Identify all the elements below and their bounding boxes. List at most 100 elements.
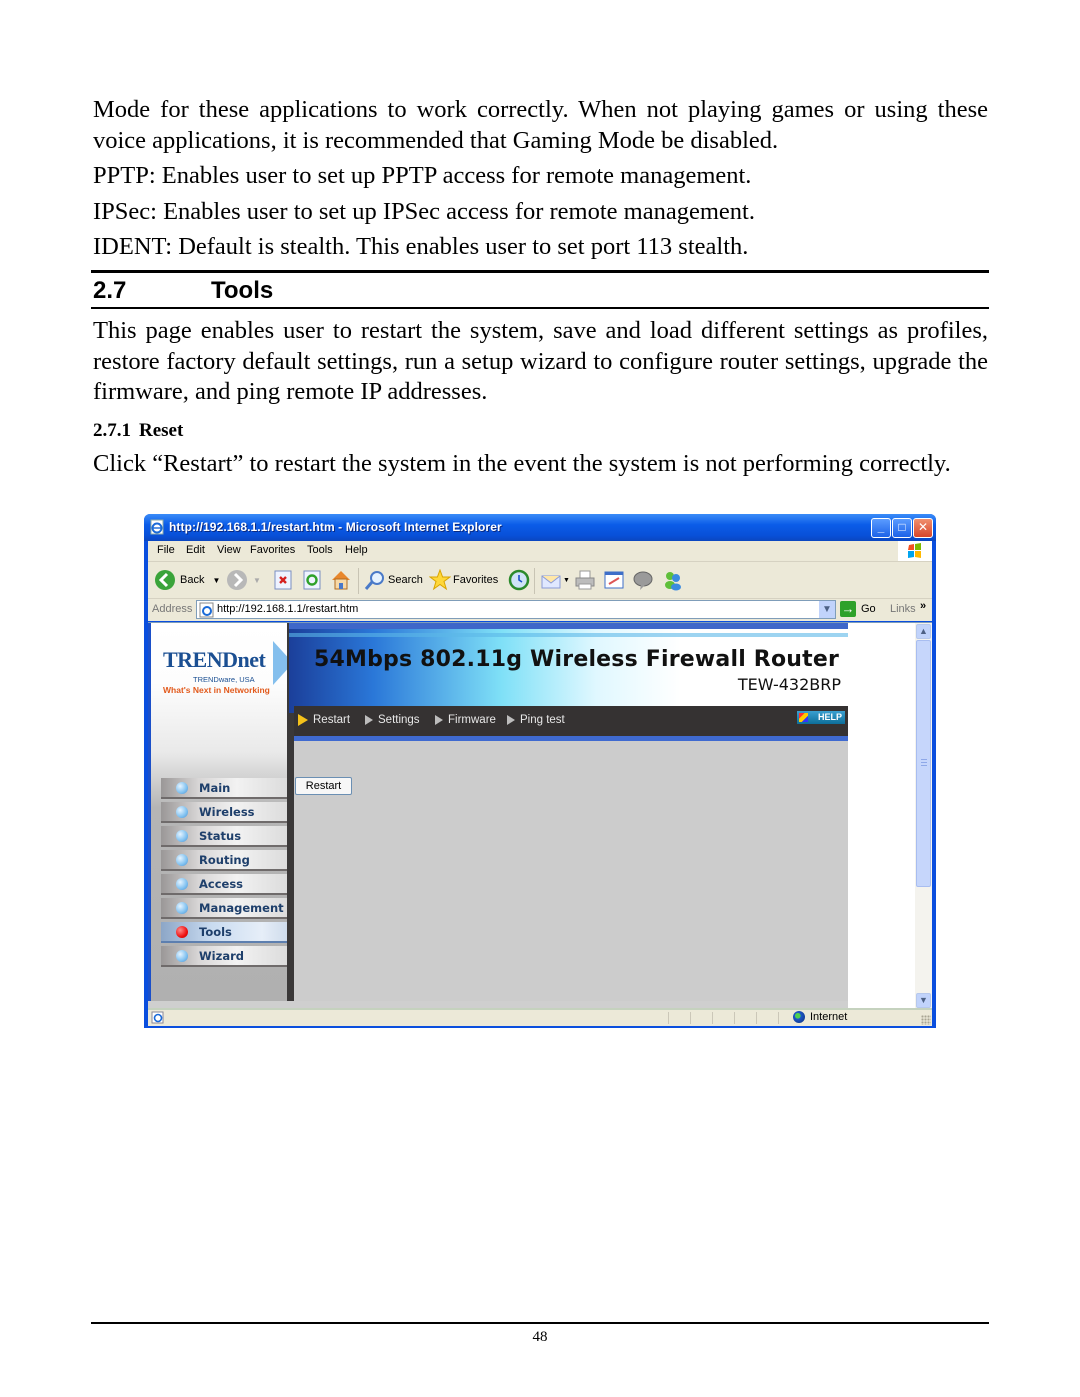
menu-file[interactable]: File [157, 544, 175, 556]
side-menu-access[interactable]: Access [161, 874, 289, 895]
logo-tagline: What's Next in Networking [163, 685, 270, 695]
side-menu-wireless[interactable]: Wireless [161, 802, 289, 823]
bullet-icon [176, 950, 188, 962]
restart-button[interactable]: Restart [295, 777, 352, 795]
ie-status-icon [151, 1011, 164, 1024]
banner-model: TEW-432BRP [737, 675, 841, 694]
menu-favorites[interactable]: Favorites [250, 544, 295, 556]
links-chevron-icon[interactable]: » [920, 600, 926, 612]
ie-page-icon [150, 519, 164, 535]
print-button[interactable] [574, 569, 596, 591]
bullet-icon [176, 806, 188, 818]
page-number: 48 [532, 1329, 548, 1345]
help-icon [799, 713, 808, 722]
side-menu-label: Tools [199, 925, 232, 939]
address-label: Address [152, 603, 193, 615]
side-menu-status[interactable]: Status [161, 826, 289, 847]
messenger-icon [665, 572, 681, 591]
address-input[interactable]: http://192.168.1.1/restart.htm ▼ [196, 600, 836, 619]
subsection-number: 2.7.1 [93, 420, 131, 441]
history-button[interactable] [508, 569, 530, 591]
side-menu-label: Access [199, 877, 244, 891]
side-menu-wizard[interactable]: Wizard [161, 946, 289, 967]
home-icon [332, 571, 350, 590]
mail-dropdown-icon[interactable]: ▼ [563, 577, 570, 584]
menu-help[interactable]: Help [345, 544, 368, 556]
menu-view[interactable]: View [217, 544, 241, 556]
page-icon [199, 602, 214, 618]
status-pane-divider [756, 1012, 757, 1024]
history-icon [508, 569, 530, 591]
close-button[interactable]: ✕ [913, 518, 933, 538]
subsection-heading: 2.7.1 Reset [93, 419, 183, 443]
search-button[interactable]: Search [364, 569, 423, 591]
router-page: TRENDnet ® TRENDware, USA What's Next in… [148, 623, 848, 1009]
back-arrow-icon [155, 570, 175, 590]
status-bar: Internet [148, 1008, 932, 1026]
home-button[interactable] [330, 569, 352, 591]
subnav-firmware[interactable]: Firmware [435, 714, 496, 726]
subnav-restart[interactable]: Restart [298, 714, 350, 726]
toolbar-separator [358, 568, 359, 594]
scroll-up-icon[interactable]: ▲ [916, 624, 931, 639]
bullet-icon [176, 902, 188, 914]
forward-button[interactable]: ▼ [226, 569, 261, 591]
side-menu-label: Wizard [199, 949, 244, 963]
favorites-label: Favorites [453, 574, 499, 586]
discuss-button[interactable] [632, 569, 654, 591]
vertical-scrollbar[interactable]: ▲ ▼ [915, 623, 932, 1009]
subsection-title: Reset [139, 420, 184, 441]
status-pane-divider [690, 1012, 691, 1024]
go-button[interactable]: → Go [840, 601, 876, 617]
router-sidebar: TRENDnet ® TRENDware, USA What's Next in… [148, 623, 296, 1001]
back-dropdown-icon[interactable]: ▼ [212, 576, 220, 585]
minimize-button[interactable]: _ [871, 518, 891, 538]
subnav-settings[interactable]: Settings [365, 714, 420, 726]
bullet-icon [176, 878, 188, 890]
menu-edit[interactable]: Edit [186, 544, 205, 556]
messenger-button[interactable] [662, 569, 684, 591]
help-button[interactable]: HELP [797, 711, 845, 724]
back-button[interactable]: Back ▼ [154, 569, 220, 591]
links-button[interactable]: Links » [890, 600, 926, 615]
side-menu-management[interactable]: Management [161, 898, 289, 919]
window-title: http://192.168.1.1/restart.htm - Microso… [169, 520, 502, 534]
favorites-button[interactable]: Favorites [429, 569, 498, 591]
subsection-body: Click “Restart” to restart the system in… [93, 450, 951, 477]
page-viewport: TRENDnet ® TRENDware, USA What's Next in… [148, 622, 932, 1009]
side-menu-tools[interactable]: Tools [161, 922, 289, 943]
resize-grip-icon[interactable] [921, 1015, 931, 1025]
address-url: http://192.168.1.1/restart.htm [217, 603, 359, 615]
section-title: Tools [211, 277, 274, 304]
mail-button[interactable]: ▼ [540, 569, 570, 591]
status-pane-divider [734, 1012, 735, 1024]
menu-bar: File Edit View Favorites Tools Help [148, 541, 932, 562]
title-bar[interactable]: http://192.168.1.1/restart.htm - Microso… [144, 514, 936, 541]
subnav-label: Firmware [448, 714, 496, 726]
help-label: HELP [817, 712, 842, 722]
section-rule-bottom [91, 307, 989, 309]
globe-icon [793, 1011, 805, 1023]
arrow-icon [435, 715, 443, 725]
maximize-button[interactable]: □ [892, 518, 912, 538]
zone-label: Internet [810, 1011, 848, 1023]
go-arrow-icon: → [840, 601, 856, 617]
subnav-label: Ping test [520, 714, 565, 726]
arrow-icon [365, 715, 373, 725]
menu-tools[interactable]: Tools [307, 544, 333, 556]
edit-button[interactable] [603, 569, 625, 591]
active-arrow-icon [298, 714, 308, 726]
side-menu-routing[interactable]: Routing [161, 850, 289, 871]
side-menu-label: Management [199, 901, 284, 915]
status-pane-divider [668, 1012, 669, 1024]
scroll-thumb[interactable] [916, 640, 931, 887]
active-bullet-icon [176, 926, 188, 938]
address-dropdown-icon[interactable]: ▼ [819, 601, 835, 618]
forward-dropdown-icon: ▼ [253, 575, 261, 585]
side-menu-label: Main [199, 781, 231, 795]
refresh-button[interactable] [303, 569, 321, 591]
scroll-down-icon[interactable]: ▼ [916, 993, 931, 1008]
side-menu-main[interactable]: Main [161, 778, 289, 799]
stop-button[interactable] [274, 569, 292, 591]
subnav-ping-test[interactable]: Ping test [507, 714, 565, 726]
